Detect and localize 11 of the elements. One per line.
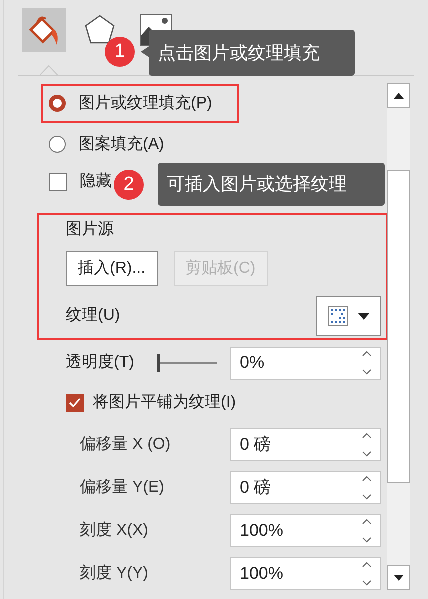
section-title: 图片源 (66, 220, 114, 240)
callout-badge: 2 (114, 170, 144, 200)
texture-label: 纹理(U) (66, 306, 120, 326)
field-label: 偏移量 Y(E) (80, 478, 166, 498)
field-label: 偏移量 X (O) (80, 434, 172, 454)
field-label: 刻度 X(X) (80, 520, 150, 540)
transparency-label: 透明度(T) (66, 352, 136, 373)
callout-badge: 1 (105, 37, 135, 67)
tooltip: 点击图片或纹理填充 (149, 30, 355, 76)
tooltip: 可插入图片或选择纹理 (158, 163, 385, 206)
field-label: 刻度 Y(Y) (80, 564, 150, 584)
